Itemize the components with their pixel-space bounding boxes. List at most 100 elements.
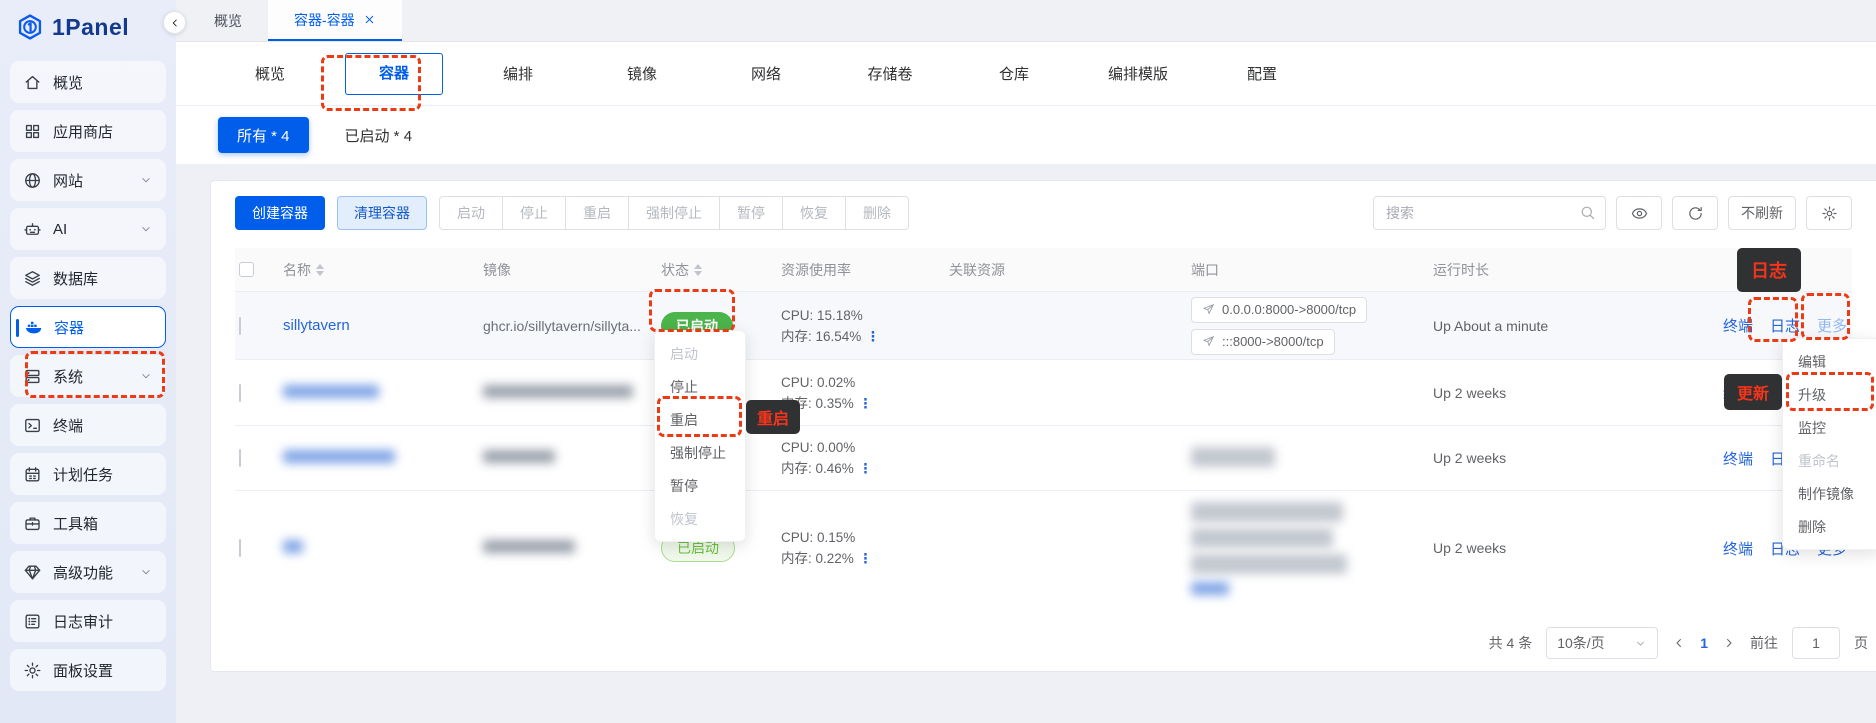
menu-item-pause[interactable]: 暂停 <box>655 469 745 502</box>
prev-page-icon[interactable] <box>1672 636 1686 650</box>
container-name-link[interactable]: sillytavern <box>283 317 350 334</box>
redacted-more-ports-link[interactable] <box>1191 582 1229 595</box>
menu-item-delete[interactable]: 删除 <box>1783 510 1876 543</box>
row-checkbox[interactable] <box>239 384 241 402</box>
redacted-container-name[interactable] <box>283 540 303 553</box>
sidebar-item-appstore[interactable]: 应用商店 <box>10 110 166 152</box>
search-input[interactable] <box>1373 196 1606 230</box>
redacted-container-image <box>483 450 555 463</box>
sidebar-item-website[interactable]: 网站 <box>10 159 166 201</box>
sort-status-icon[interactable] <box>694 264 702 276</box>
tab-image[interactable]: 镜像 <box>580 63 704 84</box>
auto-refresh-button[interactable]: 不刷新 <box>1728 196 1796 230</box>
menu-item-force-stop[interactable]: 强制停止 <box>655 436 745 469</box>
tab-setting[interactable]: 配置 <box>1200 63 1324 84</box>
batch-delete-button[interactable]: 删除 <box>845 196 909 230</box>
batch-resume-button[interactable]: 恢复 <box>782 196 846 230</box>
chevron-down-icon <box>139 222 153 236</box>
terminal-link[interactable]: 终端 <box>1723 448 1753 469</box>
redacted-port-tag <box>1191 528 1333 548</box>
tab-volume[interactable]: 存储卷 <box>828 63 952 84</box>
menu-item-edit[interactable]: 编辑 <box>1783 345 1876 378</box>
filter-all[interactable]: 所有 * 4 <box>218 117 309 153</box>
row-checkbox[interactable] <box>239 539 241 557</box>
sidebar-item-toolbox[interactable]: 工具箱 <box>10 502 166 544</box>
menu-item-start[interactable]: 启动 <box>655 337 745 370</box>
menu-item-upgrade[interactable]: 升级 <box>1783 378 1876 411</box>
sidebar-item-database[interactable]: 数据库 <box>10 257 166 299</box>
main-content: 概览 容器 编排 镜像 网络 存储卷 仓库 编排模版 配置 所有 * 4 已启动… <box>176 42 1876 723</box>
menu-item-commit-image[interactable]: 制作镜像 <box>1783 477 1876 510</box>
column-visibility-button[interactable] <box>1616 196 1662 230</box>
resource-more-icon[interactable]: ⋮ <box>859 461 874 476</box>
sidebar-item-advanced[interactable]: 高级功能 <box>10 551 166 593</box>
more-link[interactable]: 更多 <box>1817 315 1847 336</box>
port-tag[interactable]: 0.0.0.0:8000->8000/tcp <box>1191 297 1367 323</box>
table-toolbar: 创建容器 清理容器 启动 停止 重启 强制停止 暂停 恢复 删除 <box>211 181 1876 244</box>
redacted-container-name[interactable] <box>283 450 395 463</box>
table-row: CPU: 0.02% 内存: 0.35%⋮ Up 2 weeks 终端 日志 更… <box>235 360 1852 426</box>
batch-restart-button[interactable]: 重启 <box>565 196 629 230</box>
menu-item-restart[interactable]: 重启 <box>655 403 745 436</box>
tab-overview[interactable]: 概览 <box>208 63 332 84</box>
port-tag[interactable]: :::8000->8000/tcp <box>1191 329 1335 355</box>
window-tab-container[interactable]: 容器-容器 <box>268 0 402 41</box>
sidebar-item-container[interactable]: 容器 <box>10 306 166 348</box>
batch-stop-button[interactable]: 停止 <box>502 196 566 230</box>
resource-more-icon[interactable]: ⋮ <box>859 551 874 566</box>
log-link[interactable]: 日志 <box>1770 315 1800 336</box>
sidebar-item-label: 日志审计 <box>53 611 113 632</box>
next-page-icon[interactable] <box>1722 636 1736 650</box>
header-name: 名称 <box>283 260 311 280</box>
tab-container[interactable]: 容器 <box>332 53 456 95</box>
sidebar-item-terminal[interactable]: 终端 <box>10 404 166 446</box>
server-icon <box>23 367 42 386</box>
update-tooltip: 更新 <box>1724 374 1782 410</box>
resource-more-icon[interactable]: ⋮ <box>859 396 874 411</box>
sidebar-item-system[interactable]: 系统 <box>10 355 166 397</box>
page-number[interactable]: 1 <box>1700 635 1708 651</box>
cpu-usage: CPU: 0.00% <box>781 437 937 458</box>
menu-item-monitor[interactable]: 监控 <box>1783 411 1876 444</box>
sidebar-item-overview[interactable]: 概览 <box>10 61 166 103</box>
goto-page-input[interactable] <box>1792 627 1840 659</box>
tab-compose-template[interactable]: 编排模版 <box>1076 63 1200 84</box>
toolbox-icon <box>23 514 42 533</box>
tab-repo[interactable]: 仓库 <box>952 63 1076 84</box>
redacted-container-name[interactable] <box>283 385 379 398</box>
sidebar-collapse-button[interactable] <box>163 11 186 34</box>
refresh-button[interactable] <box>1672 196 1718 230</box>
home-icon <box>23 73 42 92</box>
table-settings-button[interactable] <box>1806 196 1852 230</box>
terminal-link[interactable]: 终端 <box>1723 538 1753 559</box>
sort-name-icon[interactable] <box>316 264 324 276</box>
batch-force-stop-button[interactable]: 强制停止 <box>628 196 720 230</box>
select-all-checkbox[interactable] <box>239 262 254 277</box>
clean-container-button[interactable]: 清理容器 <box>337 196 427 230</box>
batch-start-button[interactable]: 启动 <box>439 196 503 230</box>
close-icon[interactable] <box>363 13 376 26</box>
menu-item-resume[interactable]: 恢复 <box>655 502 745 535</box>
uptime: Up 2 weeks <box>1433 540 1723 556</box>
sidebar-item-logs-audit[interactable]: 日志审计 <box>10 600 166 642</box>
eye-icon <box>1631 205 1648 222</box>
menu-item-stop[interactable]: 停止 <box>655 370 745 403</box>
create-container-button[interactable]: 创建容器 <box>235 196 325 230</box>
database-icon <box>23 269 42 288</box>
sidebar-item-cronjob[interactable]: 计划任务 <box>10 453 166 495</box>
refresh-icon <box>1687 205 1704 222</box>
menu-item-rename[interactable]: 重命名 <box>1783 444 1876 477</box>
filter-running[interactable]: 已启动 * 4 <box>345 125 413 146</box>
row-checkbox[interactable] <box>239 449 241 467</box>
tab-network[interactable]: 网络 <box>704 63 828 84</box>
resource-more-icon[interactable]: ⋮ <box>866 329 881 344</box>
window-tab-overview[interactable]: 概览 <box>188 0 268 41</box>
chevron-down-icon <box>1634 637 1647 650</box>
sidebar-item-panel-settings[interactable]: 面板设置 <box>10 649 166 691</box>
row-checkbox[interactable] <box>239 317 241 335</box>
sidebar-item-ai[interactable]: AI <box>10 208 166 250</box>
terminal-link[interactable]: 终端 <box>1723 315 1753 336</box>
batch-pause-button[interactable]: 暂停 <box>719 196 783 230</box>
tab-compose[interactable]: 编排 <box>456 63 580 84</box>
page-size-select[interactable]: 10条/页 <box>1546 627 1658 659</box>
